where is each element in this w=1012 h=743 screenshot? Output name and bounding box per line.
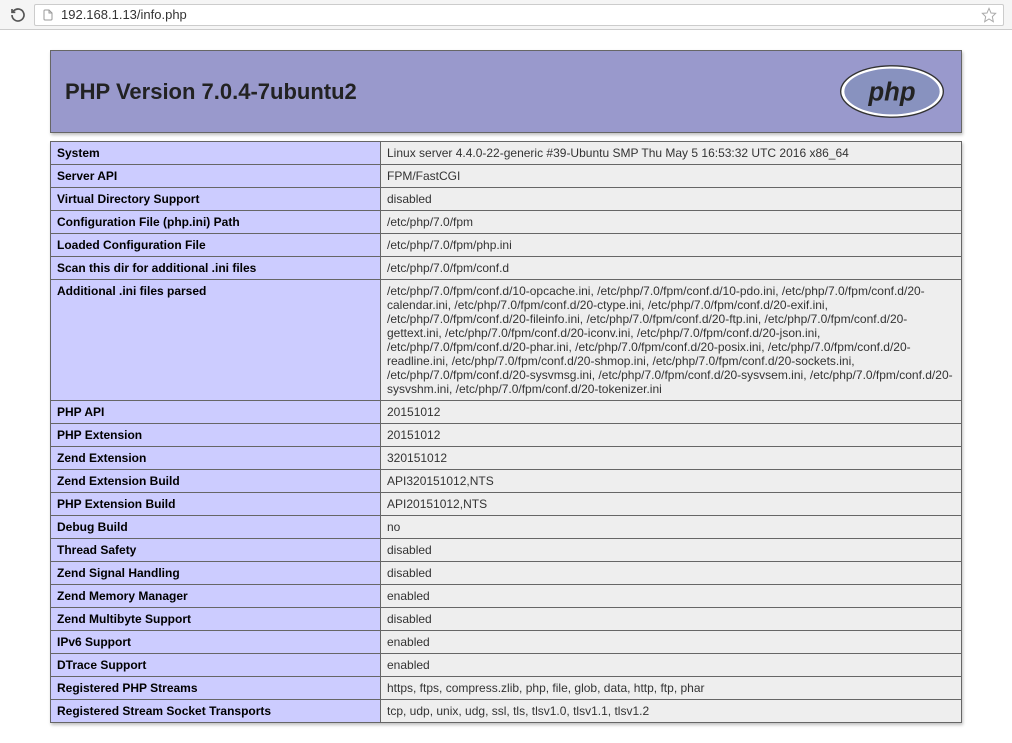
info-value: enabled	[381, 631, 962, 654]
table-row: Zend Extension BuildAPI320151012,NTS	[51, 470, 962, 493]
info-value: no	[381, 516, 962, 539]
table-row: Registered PHP Streamshttps, ftps, compr…	[51, 677, 962, 700]
info-key: System	[51, 142, 381, 165]
info-key: PHP Extension Build	[51, 493, 381, 516]
info-value: tcp, udp, unix, udg, ssl, tls, tlsv1.0, …	[381, 700, 962, 723]
table-row: SystemLinux server 4.4.0-22-generic #39-…	[51, 142, 962, 165]
browser-toolbar: 192.168.1.13/info.php	[0, 0, 1012, 30]
php-header: PHP Version 7.0.4-7ubuntu2 php	[50, 50, 962, 133]
address-bar[interactable]: 192.168.1.13/info.php	[34, 4, 1004, 26]
info-key: Additional .ini files parsed	[51, 280, 381, 401]
table-row: IPv6 Supportenabled	[51, 631, 962, 654]
info-value: /etc/php/7.0/fpm	[381, 211, 962, 234]
table-row: Additional .ini files parsed/etc/php/7.0…	[51, 280, 962, 401]
info-value: /etc/php/7.0/fpm/conf.d	[381, 257, 962, 280]
info-key: Registered PHP Streams	[51, 677, 381, 700]
table-row: Debug Buildno	[51, 516, 962, 539]
info-key: Virtual Directory Support	[51, 188, 381, 211]
info-value: disabled	[381, 188, 962, 211]
table-row: Thread Safetydisabled	[51, 539, 962, 562]
info-key: Zend Signal Handling	[51, 562, 381, 585]
info-key: Zend Memory Manager	[51, 585, 381, 608]
info-value: 20151012	[381, 424, 962, 447]
info-key: Debug Build	[51, 516, 381, 539]
info-value: /etc/php/7.0/fpm/php.ini	[381, 234, 962, 257]
info-value: Linux server 4.4.0-22-generic #39-Ubuntu…	[381, 142, 962, 165]
svg-text:php: php	[867, 79, 915, 107]
info-value: enabled	[381, 654, 962, 677]
info-value: disabled	[381, 539, 962, 562]
info-key: DTrace Support	[51, 654, 381, 677]
url-text: 192.168.1.13/info.php	[61, 7, 981, 22]
table-row: PHP Extension BuildAPI20151012,NTS	[51, 493, 962, 516]
table-row: PHP Extension20151012	[51, 424, 962, 447]
info-value: disabled	[381, 562, 962, 585]
info-value: /etc/php/7.0/fpm/conf.d/10-opcache.ini, …	[381, 280, 962, 401]
info-value: API320151012,NTS	[381, 470, 962, 493]
table-row: Server APIFPM/FastCGI	[51, 165, 962, 188]
info-key: Configuration File (php.ini) Path	[51, 211, 381, 234]
table-row: Zend Memory Managerenabled	[51, 585, 962, 608]
info-key: Zend Extension Build	[51, 470, 381, 493]
table-row: Zend Signal Handlingdisabled	[51, 562, 962, 585]
info-key: PHP API	[51, 401, 381, 424]
table-row: Virtual Directory Supportdisabled	[51, 188, 962, 211]
page-title: PHP Version 7.0.4-7ubuntu2	[65, 79, 357, 105]
info-value: disabled	[381, 608, 962, 631]
phpinfo-table: SystemLinux server 4.4.0-22-generic #39-…	[50, 141, 962, 723]
table-row: DTrace Supportenabled	[51, 654, 962, 677]
table-row: Configuration File (php.ini) Path/etc/ph…	[51, 211, 962, 234]
info-value: https, ftps, compress.zlib, php, file, g…	[381, 677, 962, 700]
table-row: Zend Multibyte Supportdisabled	[51, 608, 962, 631]
info-value: 20151012	[381, 401, 962, 424]
info-key: PHP Extension	[51, 424, 381, 447]
info-key: Registered Stream Socket Transports	[51, 700, 381, 723]
reload-button[interactable]	[8, 5, 28, 25]
info-value: 320151012	[381, 447, 962, 470]
page-content: PHP Version 7.0.4-7ubuntu2 php SystemLin…	[0, 30, 1012, 743]
info-value: FPM/FastCGI	[381, 165, 962, 188]
info-key: Zend Extension	[51, 447, 381, 470]
page-icon	[41, 8, 55, 22]
info-key: Server API	[51, 165, 381, 188]
table-row: PHP API20151012	[51, 401, 962, 424]
reload-icon	[10, 7, 26, 23]
info-key: Zend Multibyte Support	[51, 608, 381, 631]
info-key: Thread Safety	[51, 539, 381, 562]
info-key: IPv6 Support	[51, 631, 381, 654]
info-key: Scan this dir for additional .ini files	[51, 257, 381, 280]
table-row: Scan this dir for additional .ini files/…	[51, 257, 962, 280]
php-logo-icon: php	[837, 64, 947, 119]
table-row: Zend Extension320151012	[51, 447, 962, 470]
info-value: API20151012,NTS	[381, 493, 962, 516]
table-row: Loaded Configuration File/etc/php/7.0/fp…	[51, 234, 962, 257]
info-key: Loaded Configuration File	[51, 234, 381, 257]
info-value: enabled	[381, 585, 962, 608]
bookmark-star-icon[interactable]	[981, 7, 997, 23]
table-row: Registered Stream Socket Transportstcp, …	[51, 700, 962, 723]
